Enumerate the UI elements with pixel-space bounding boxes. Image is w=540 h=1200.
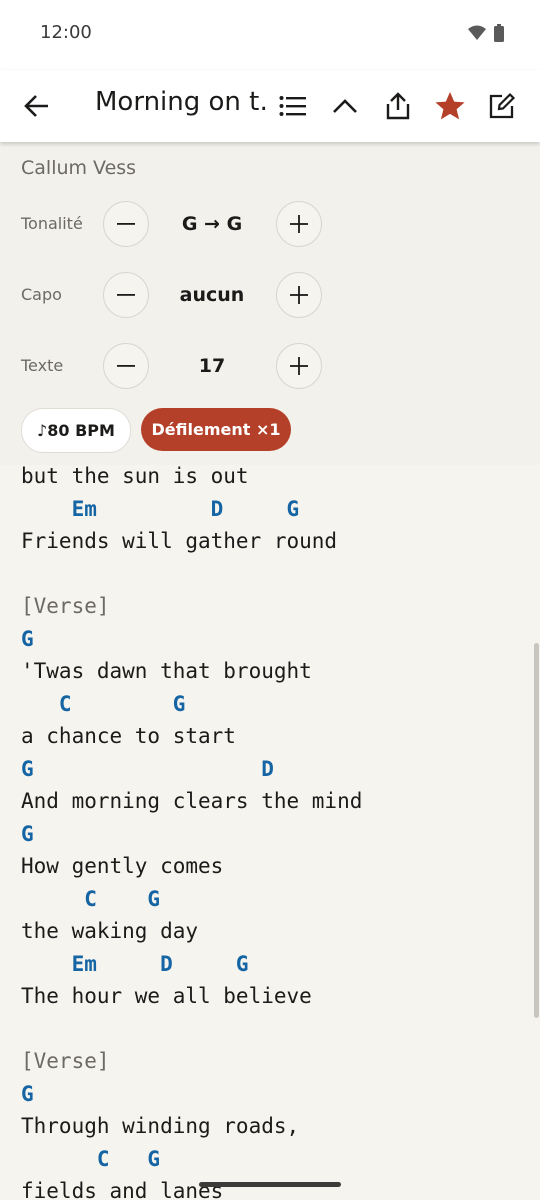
lyrics-sheet[interactable]: but the sun is out Em D G Friends will ga… [21,460,531,1200]
lyric-line: Through winding roads, [21,1114,300,1138]
battery-icon [494,24,504,47]
key-label: Tonalité [21,214,83,233]
text-size-value: 17 [198,355,226,377]
edit-icon[interactable] [482,86,522,126]
chord-line: Em D G [21,496,300,521]
text-size-label: Texte [21,356,64,375]
share-icon[interactable] [378,86,418,126]
lyric-line: but the sun is out [21,464,249,488]
list-icon[interactable] [273,86,313,126]
chord-line: C G [21,1146,161,1171]
section-header: [Verse] [21,594,110,618]
minus-icon [117,365,135,367]
plus-icon [290,286,308,304]
scrollbar[interactable] [534,643,539,1018]
status-icons [468,24,504,47]
home-indicator[interactable] [199,1182,341,1187]
app-bar: Morning on t… [0,70,540,142]
minus-icon [117,223,135,225]
lyric-line: How gently comes [21,854,224,878]
capo-label: Capo [21,285,62,304]
minus-icon [117,294,135,296]
chord-line: G [21,626,34,651]
chord-line: G D [21,756,274,781]
text-size-increase-button[interactable] [276,343,322,389]
plus-icon [290,215,308,233]
lyric-line: Friends will gather round [21,529,338,553]
artist-name: Callum Vess [21,157,137,179]
song-title: Morning on t… [95,87,270,117]
key-value: G → G [181,213,243,235]
key-decrease-button[interactable] [103,201,149,247]
lyric-line: The hour we all believe [21,984,312,1008]
capo-value: aucun [179,284,245,306]
chord-line: Em D G [21,951,249,976]
text-size-decrease-button[interactable] [103,343,149,389]
lyric-line: 'Twas dawn that brought [21,659,312,683]
back-arrow-icon[interactable] [17,86,57,126]
lyric-line: And morning clears the mind [21,789,363,813]
chord-line: C G [21,886,161,911]
status-bar: 12:00 [0,0,540,70]
autoscroll-button[interactable]: Défilement ×1 [141,408,291,451]
section-header: [Verse] [21,1049,110,1073]
chevron-up-icon[interactable] [325,86,365,126]
bpm-button[interactable]: ♪80 BPM [21,408,131,453]
star-icon[interactable] [430,86,470,126]
lyric-line: a chance to start [21,724,236,748]
lyric-line: fields and lanes [21,1179,224,1200]
chord-line: C G [21,691,186,716]
capo-decrease-button[interactable] [103,272,149,318]
wifi-icon [468,25,486,46]
key-increase-button[interactable] [276,201,322,247]
chord-line: G [21,821,34,846]
chord-line: G [21,1081,34,1106]
status-time: 12:00 [40,22,92,43]
plus-icon [290,357,308,375]
lyric-line: the waking day [21,919,199,943]
capo-increase-button[interactable] [276,272,322,318]
